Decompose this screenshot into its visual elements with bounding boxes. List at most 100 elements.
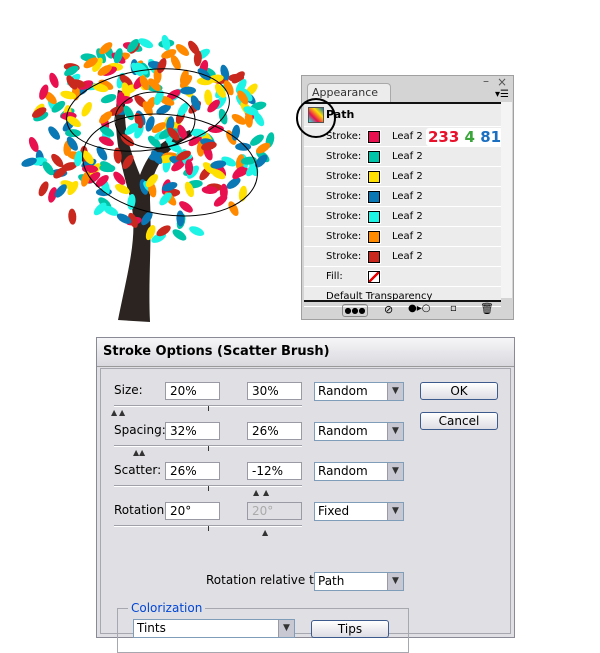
leaf xyxy=(189,226,205,236)
slider-handle[interactable]: ▲ xyxy=(263,489,269,497)
minimize-icon[interactable]: – xyxy=(483,74,489,88)
mode-select[interactable]: Random ▼ xyxy=(314,422,404,441)
rgb-annotation: 233 4 81 xyxy=(426,128,504,146)
slider-handle[interactable]: ▲ xyxy=(262,529,268,537)
stroke-color-swatch[interactable] xyxy=(367,210,381,224)
chevron-down-icon: ▼ xyxy=(387,573,403,590)
stroke-label: Stroke: xyxy=(326,211,362,222)
stroke-color-swatch[interactable] xyxy=(367,230,381,244)
fill-row[interactable]: Fill: xyxy=(304,267,501,287)
item-label: Path xyxy=(326,108,355,121)
slider-handle[interactable]: ▲ xyxy=(139,449,145,457)
appearance-panel: – × Appearance × ▾☰ Path Stroke: Leaf 2S… xyxy=(296,74,514,320)
leaf xyxy=(161,34,171,51)
slider-center-tick xyxy=(208,486,209,491)
max-input[interactable]: 26% xyxy=(247,422,302,440)
ok-button[interactable]: OK xyxy=(420,382,498,400)
stroke-label: Stroke: xyxy=(326,131,362,142)
stroke-row[interactable]: Stroke: Leaf 2 xyxy=(304,227,501,247)
leaf xyxy=(100,94,117,104)
tips-button[interactable]: Tips xyxy=(311,620,389,638)
leaf xyxy=(65,129,82,138)
leaf xyxy=(81,102,92,117)
panel-menu-icon[interactable]: ▾☰ xyxy=(495,89,509,100)
fill-label: Fill: xyxy=(326,271,343,282)
slider-handle[interactable]: ▲ xyxy=(119,409,125,417)
option-label: Rotation: xyxy=(114,503,169,517)
slider-center-tick xyxy=(208,406,209,411)
duplicate-item-icon[interactable]: ▫ xyxy=(450,303,457,314)
mode-select[interactable]: Random ▼ xyxy=(314,462,404,481)
option-label: Size: xyxy=(114,383,143,397)
slider-center-tick xyxy=(208,446,209,451)
stroke-row[interactable]: Stroke: Leaf 2 xyxy=(304,167,501,187)
brush-name: Leaf 2 xyxy=(392,211,423,222)
slider-handle[interactable]: ▲ xyxy=(253,489,259,497)
stroke-color-swatch[interactable] xyxy=(367,250,381,264)
colorization-select[interactable]: Tints ▼ xyxy=(133,619,295,638)
min-input[interactable]: 20% xyxy=(165,382,220,400)
scrollbar[interactable] xyxy=(501,102,512,298)
leaf xyxy=(68,208,77,225)
max-input[interactable]: -12% xyxy=(247,462,302,480)
colorization-group: Colorization Tints ▼ Tips xyxy=(117,601,409,653)
max-input[interactable]: 30% xyxy=(247,382,302,400)
cancel-button[interactable]: Cancel xyxy=(420,412,498,430)
brush-name: Leaf 2 xyxy=(392,171,423,182)
stroke-color-swatch[interactable] xyxy=(367,130,381,144)
trash-icon[interactable]: 🗑 xyxy=(480,302,494,315)
leaf xyxy=(172,229,187,241)
reduce-to-basic-icon[interactable]: ●▸○ xyxy=(408,303,430,314)
chevron-down-icon: ▼ xyxy=(278,620,294,637)
brush-name: Leaf 2 xyxy=(392,191,423,202)
chevron-down-icon: ▼ xyxy=(387,503,403,520)
fill-none-swatch[interactable] xyxy=(367,270,381,284)
stroke-label: Stroke: xyxy=(326,251,362,262)
stroke-row[interactable]: Stroke: Leaf 2 xyxy=(304,187,501,207)
brush-name: Leaf 2 xyxy=(392,151,423,162)
slider-handle[interactable]: ▲ xyxy=(111,409,117,417)
rotation-relative-select[interactable]: Path ▼ xyxy=(314,572,404,591)
min-input[interactable]: 26% xyxy=(165,462,220,480)
stroke-row[interactable]: Stroke: Leaf 2 xyxy=(304,247,501,267)
mode-select[interactable]: Fixed ▼ xyxy=(314,502,404,521)
stroke-color-swatch[interactable] xyxy=(367,170,381,184)
tab-label: Appearance xyxy=(312,86,379,99)
stroke-row[interactable]: Stroke: Leaf 2 xyxy=(304,147,501,167)
brush-name: Leaf 2 xyxy=(392,131,423,142)
select-value: Fixed xyxy=(318,504,350,518)
select-value: Random xyxy=(318,424,368,438)
rgb-blue-value: 81 xyxy=(480,128,502,146)
select-value: Random xyxy=(318,464,368,478)
stroke-color-swatch[interactable] xyxy=(367,150,381,164)
tree-illustration xyxy=(21,34,275,322)
chevron-down-icon: ▼ xyxy=(387,383,403,400)
chevron-down-icon: ▼ xyxy=(387,463,403,480)
stroke-row[interactable]: Stroke: Leaf 2 xyxy=(304,207,501,227)
min-input[interactable]: 20° xyxy=(165,502,220,520)
leaf xyxy=(219,183,228,200)
rgb-red-value: 233 xyxy=(428,128,460,146)
rotation-relative-label: Rotation relative to: xyxy=(206,573,326,587)
brush-name: Leaf 2 xyxy=(392,231,423,242)
leaf xyxy=(48,126,61,140)
clear-appearance-icon[interactable]: ⊘ xyxy=(384,303,393,316)
mode-select[interactable]: Random ▼ xyxy=(314,382,404,401)
slider-center-tick xyxy=(208,526,209,531)
stroke-label: Stroke: xyxy=(326,191,362,202)
leaf xyxy=(49,72,59,88)
select-value: Random xyxy=(318,384,368,398)
min-input[interactable]: 32% xyxy=(165,422,220,440)
stroke-label: Stroke: xyxy=(326,171,362,182)
stroke-label: Stroke: xyxy=(326,231,362,242)
stroke-color-swatch[interactable] xyxy=(367,190,381,204)
stroke-options-dialog: Stroke Options (Scatter Brush) Size: 20%… xyxy=(96,337,515,653)
panel-toolbar: ●●● ⊘ ●▸○ ▫ 🗑 xyxy=(304,300,501,320)
close-panel-icon[interactable]: × xyxy=(497,75,507,89)
option-label: Spacing: xyxy=(114,423,166,437)
select-value: Path xyxy=(318,574,345,588)
rgb-green-value: 4 xyxy=(464,128,475,146)
path-row[interactable]: Path xyxy=(296,98,501,138)
brush-name: Leaf 2 xyxy=(392,251,423,262)
add-stroke-icon[interactable]: ●●● xyxy=(342,304,368,317)
